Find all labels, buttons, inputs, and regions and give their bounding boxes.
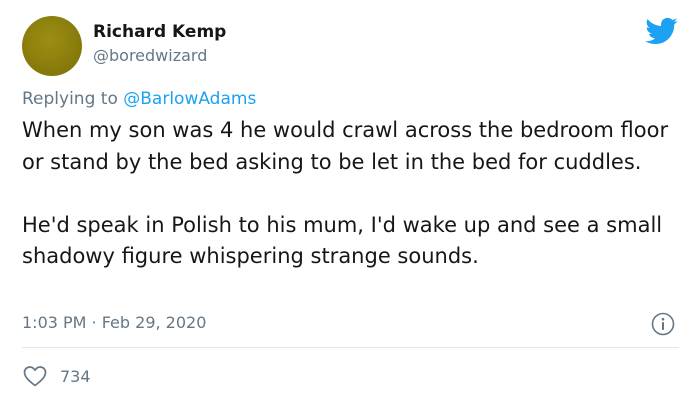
tweet-paragraph: He'd speak in Polish to his mum, I'd wak… — [22, 212, 663, 269]
user-handle[interactable]: @boredwizard — [93, 46, 207, 65]
divider — [22, 347, 679, 348]
twitter-bird-icon[interactable] — [644, 14, 678, 48]
tweet-text: When my son was 4 he would crawl across … — [22, 115, 687, 273]
replying-prefix: Replying to — [22, 89, 124, 109]
display-name[interactable]: Richard Kemp — [93, 22, 226, 42]
heart-icon[interactable] — [22, 364, 48, 388]
tweet-card: Richard Kemp @boredwizard Replying to @B… — [0, 0, 700, 402]
tweet-paragraph: When my son was 4 he would crawl across … — [22, 118, 669, 174]
replying-to: Replying to @BarlowAdams — [22, 89, 256, 109]
like-button[interactable]: 734 — [22, 363, 91, 389]
info-icon[interactable] — [650, 311, 676, 337]
avatar[interactable] — [22, 16, 82, 76]
like-count: 734 — [60, 366, 91, 386]
reply-mention-link[interactable]: @BarlowAdams — [123, 89, 256, 109]
tweet-timestamp[interactable]: 1:03 PM · Feb 29, 2020 — [22, 313, 206, 332]
